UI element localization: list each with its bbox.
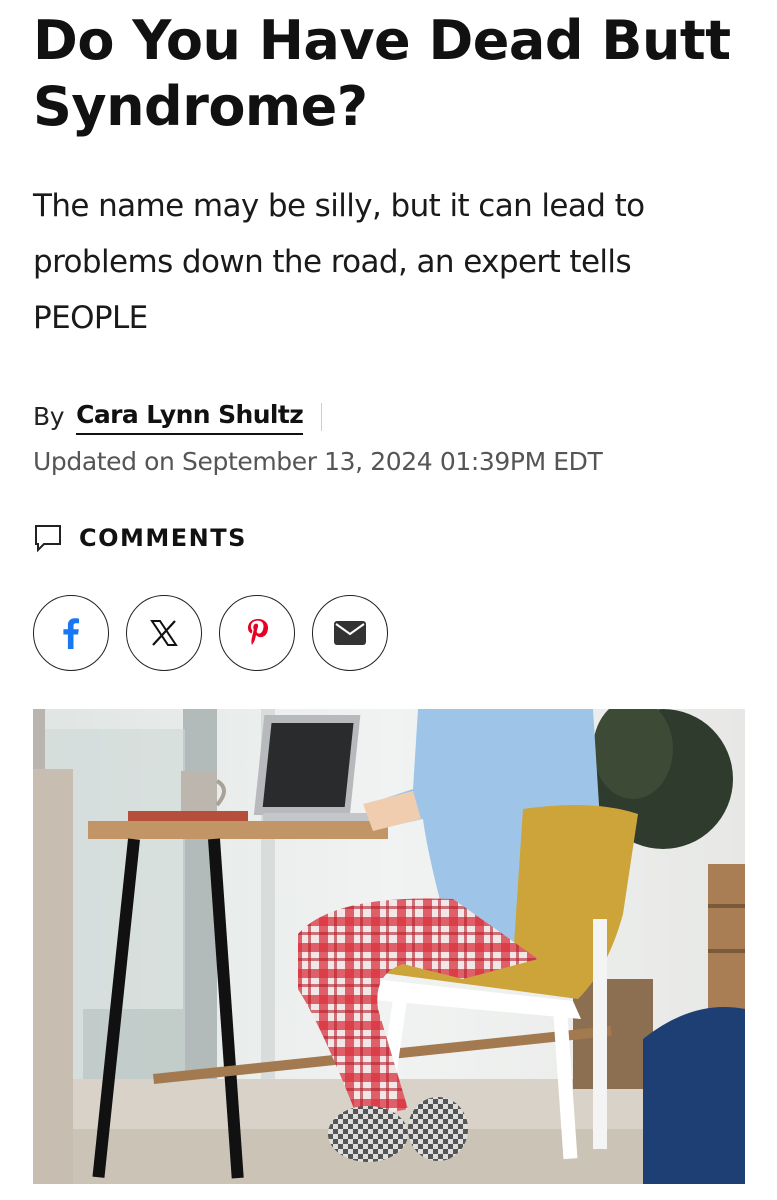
- share-pinterest-button[interactable]: [219, 595, 295, 671]
- pinterest-icon: [248, 619, 268, 645]
- hero-image: [33, 709, 745, 1184]
- updated-timestamp: Updated on September 13, 2024 01:39PM ED…: [33, 447, 603, 476]
- comments-button[interactable]: COMMENTS: [33, 523, 745, 553]
- headline: Do You Have Dead Butt Syndrome?: [33, 9, 731, 138]
- comment-icon: [35, 525, 61, 553]
- x-icon: [150, 620, 178, 646]
- author-link[interactable]: Cara Lynn Shultz: [76, 398, 304, 435]
- share-x-button[interactable]: [126, 595, 202, 671]
- comments-label: COMMENTS: [79, 524, 247, 552]
- share-email-button[interactable]: [312, 595, 388, 671]
- email-icon: [334, 621, 366, 645]
- article-dek: The name may be silly, but it can lead t…: [33, 188, 645, 336]
- facebook-icon: [63, 618, 79, 649]
- share-facebook-button[interactable]: [33, 595, 109, 671]
- byline-prefix: By: [33, 401, 65, 431]
- article-header: Do You Have Dead Butt Syndrome? The name…: [33, 0, 745, 671]
- photo-woman-at-laptop-desk: [33, 709, 745, 1184]
- byline-divider: [321, 402, 323, 431]
- byline: By Cara Lynn Shultz: [33, 398, 745, 435]
- share-bar: [33, 595, 745, 671]
